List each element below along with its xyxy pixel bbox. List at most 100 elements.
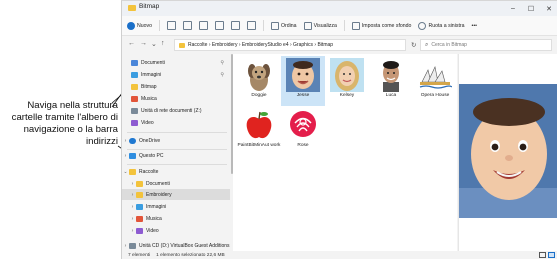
onedrive-icon [129, 137, 136, 144]
file-name: Rose [297, 143, 309, 148]
file-name: Kelsey [339, 93, 355, 98]
file-list: Doggie Jesse Kelsey Luca Opera House Pai… [233, 54, 457, 251]
sidebar-item-onedrive[interactable]: › OneDrive [122, 135, 230, 146]
sidebar-item-immagini-library[interactable]: › Immagini [122, 201, 230, 212]
selection-info: 1 elemento selezionato 22,6 MB [156, 253, 225, 258]
sidebar-item-immagini[interactable]: Immagini ⚲ [122, 69, 230, 80]
sidebar-item-network-drive[interactable]: Unità di rete documenti (Z:) [122, 105, 230, 116]
minimize-button[interactable]: – [504, 1, 522, 16]
sidebar-item-label: Bitmap [141, 83, 157, 90]
pictures-icon [131, 71, 138, 78]
file-item-kelsey[interactable]: Kelsey [325, 56, 369, 106]
chevron-right-icon: › [131, 191, 134, 198]
item-count: 7 elementi [128, 253, 151, 258]
maximize-button[interactable]: ☐ [522, 1, 540, 16]
recent-chevron-icon[interactable]: ⌄ [151, 40, 157, 48]
set-background-button[interactable]: Imposta come sfondo [351, 21, 411, 30]
sidebar-item-raccolte[interactable]: ⌄ Raccolte [122, 166, 230, 177]
preview-image [459, 84, 557, 218]
sidebar-item-video[interactable]: Video [122, 117, 230, 128]
chevron-down-icon: ⌄ [123, 168, 128, 175]
large-icons-view-icon[interactable] [548, 252, 555, 258]
girl-thumbnail [330, 58, 364, 92]
copy-icon[interactable] [183, 21, 192, 30]
network-drive-icon [131, 107, 138, 114]
file-item-doggie[interactable]: Doggie [237, 56, 281, 106]
apple-thumbnail [242, 108, 276, 142]
separator [159, 20, 160, 31]
details-view-icon[interactable] [539, 252, 546, 258]
file-name: Opera House [420, 93, 450, 98]
sidebar-item-video-library[interactable]: › Video [122, 225, 230, 236]
view-icon [303, 21, 312, 30]
file-item-jesse[interactable]: Jesse [281, 56, 325, 106]
music-icon [131, 95, 138, 102]
sidebar-item-label: Documenti [146, 180, 170, 187]
rename-icon[interactable] [215, 21, 224, 30]
up-arrow-icon[interactable]: ↑ [161, 40, 165, 47]
file-item-luca[interactable]: Luca [369, 56, 413, 106]
file-name: Jesse [296, 93, 310, 98]
folder-icon [179, 42, 185, 48]
address-path: Raccolte › Embroidery › EmbroideryStudio… [188, 42, 334, 48]
delete-icon[interactable] [247, 21, 256, 30]
divider [127, 132, 227, 133]
forward-arrow-icon[interactable]: → [140, 40, 147, 47]
search-placeholder: Cerca in Bitmap [431, 42, 467, 48]
search-icon: ⌕ [425, 41, 429, 48]
chevron-right-icon: › [131, 203, 134, 210]
pin-icon: ⚲ [220, 59, 224, 66]
close-button[interactable]: ✕ [540, 1, 557, 16]
baby-thumbnail [286, 58, 320, 92]
file-item-opera-house[interactable]: Opera House [413, 56, 457, 106]
this-pc-icon [129, 152, 136, 159]
file-item-rose[interactable]: Rose [281, 106, 325, 156]
sidebar-item-documenti[interactable]: Documenti ⚲ [122, 57, 230, 68]
new-label: Nuovo [137, 22, 152, 29]
back-arrow-icon[interactable]: ← [128, 40, 135, 47]
sidebar-item-label: Musica [146, 215, 162, 222]
address-bar[interactable]: Raccolte › Embroidery › EmbroideryStudio… [174, 39, 406, 51]
video-icon [131, 119, 138, 126]
video-icon [136, 227, 143, 234]
folder-icon [131, 83, 138, 90]
chevron-right-icon: › [124, 152, 127, 159]
share-icon[interactable] [231, 21, 240, 30]
folder-icon [136, 191, 143, 198]
view-label: Visualizza [313, 22, 337, 29]
rotate-left-button[interactable]: Ruota a sinistra [418, 21, 465, 30]
rose-thumbnail [286, 108, 320, 142]
rotate-left-label: Ruota a sinistra [428, 22, 465, 29]
separator [343, 20, 345, 31]
pictures-icon [136, 203, 143, 210]
paste-icon[interactable] [199, 21, 208, 30]
more-options-button[interactable]: ••• [472, 23, 477, 29]
sidebar-item-cd-drive[interactable]: › Unità CD (D:) VirtualBox Guest Additio… [122, 240, 230, 251]
opera-house-thumbnail [418, 58, 452, 92]
chevron-right-icon: › [131, 215, 134, 222]
sort-button[interactable]: Ordina [271, 21, 297, 30]
preview-pane [458, 54, 557, 251]
sidebar-item-questo-pc[interactable]: › Questo PC [122, 150, 230, 161]
sidebar-item-label: Musica [141, 95, 157, 102]
chevron-right-icon: › [124, 242, 127, 249]
music-icon [136, 215, 143, 222]
sidebar-item-documenti-library[interactable]: › Documenti [122, 178, 230, 189]
cd-drive-icon [129, 242, 136, 249]
cut-icon[interactable] [167, 21, 176, 30]
refresh-icon[interactable]: ↻ [411, 41, 416, 49]
sidebar-item-musica[interactable]: Musica [122, 93, 230, 104]
address-bar-row: ← → ⌄ ↑ Raccolte › Embroidery › Embroide… [122, 37, 557, 54]
sidebar-item-label: Video [141, 119, 154, 126]
sidebar-item-label: Immagini [141, 71, 162, 78]
search-input[interactable]: ⌕ Cerca in Bitmap [420, 39, 552, 51]
new-button[interactable]: Nuovo [127, 21, 152, 30]
sidebar-item-bitmap[interactable]: Bitmap [122, 81, 230, 92]
libraries-icon [129, 168, 136, 175]
sidebar-item-embroidery[interactable]: › Embroidery [122, 189, 230, 200]
view-button[interactable]: Visualizza [303, 21, 337, 30]
sidebar-item-musica-library[interactable]: › Musica [122, 213, 230, 224]
pin-icon: ⚲ [220, 71, 224, 78]
file-item-paintbitminautwork[interactable]: PaintBitMinAut work [237, 106, 281, 156]
sidebar-item-label: Immagini [146, 203, 167, 210]
